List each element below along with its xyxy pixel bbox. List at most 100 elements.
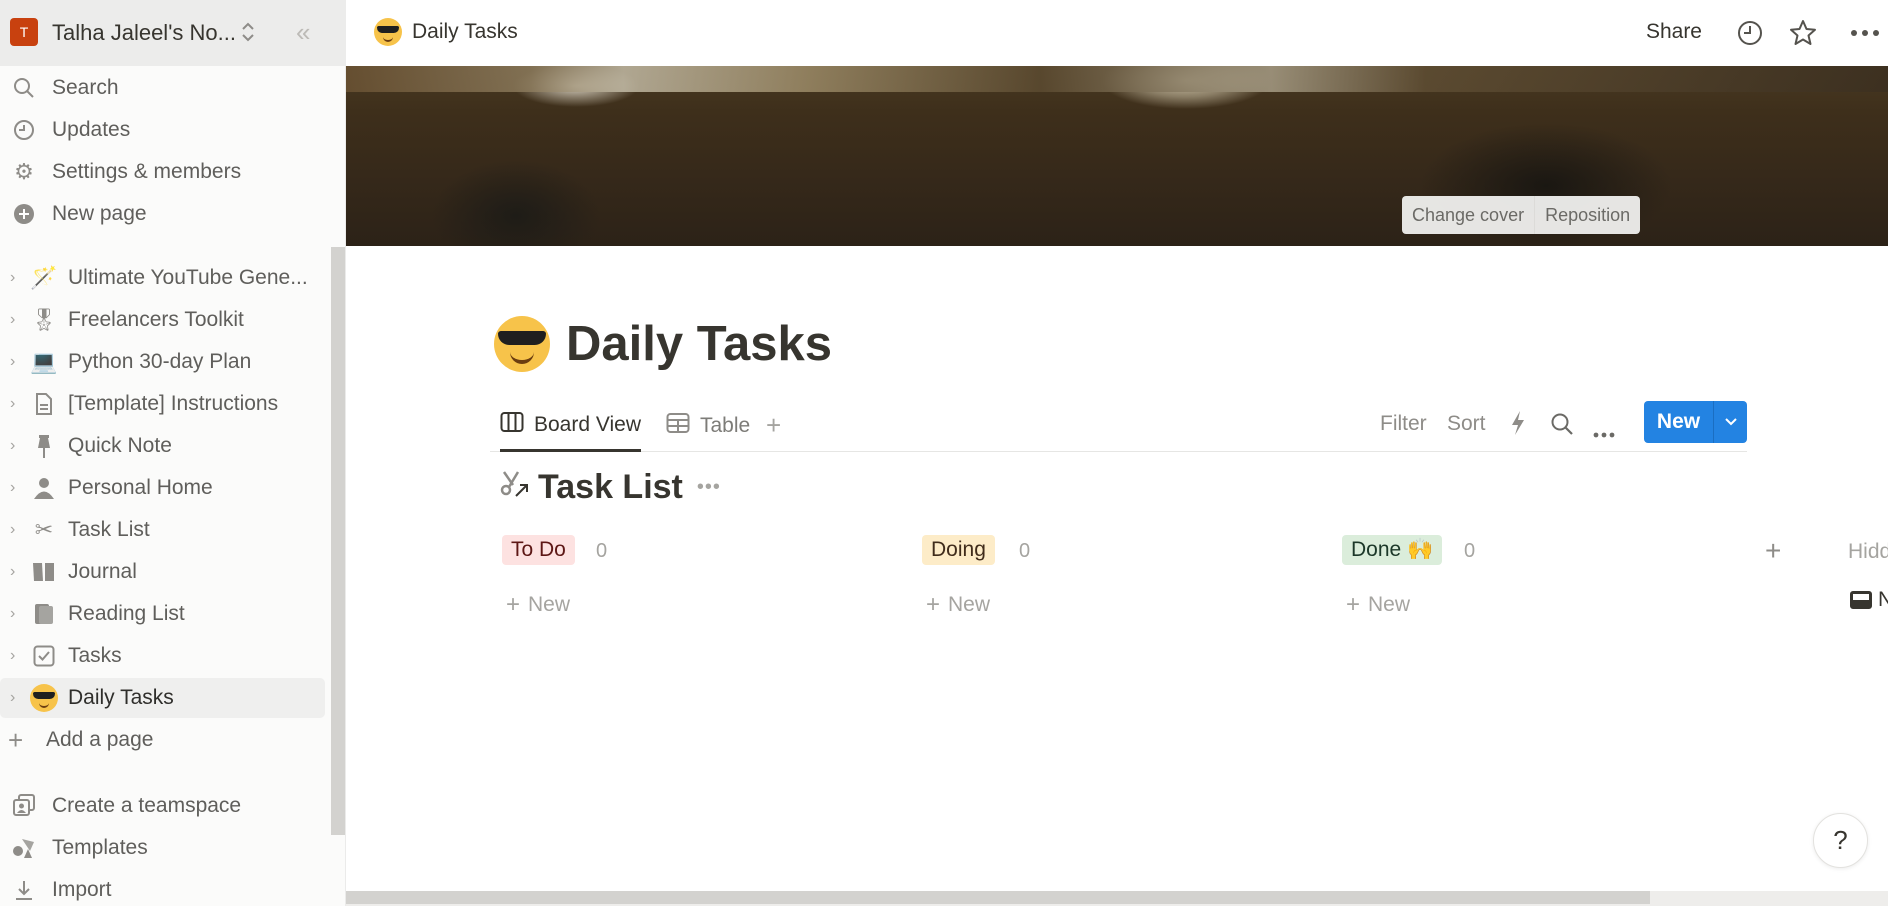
sort-button[interactable]: Sort [1447,412,1486,436]
sidebar-new-page[interactable]: New page [0,194,330,234]
change-cover-button[interactable]: Change cover [1402,196,1534,234]
sidebar-page-freelancers-toolkit[interactable]: › 🎖 Freelancers Toolkit [0,300,325,340]
new-button-label[interactable]: New [1644,401,1714,443]
page-label: Freelancers Toolkit [68,308,244,331]
templates-label: Templates [52,836,148,859]
chevron-right-icon[interactable]: › [10,647,15,665]
tab-board-view[interactable]: Board View [500,400,642,452]
medal-icon: 🎖 [30,307,58,332]
page-icon-cool-emoji[interactable] [494,316,550,372]
more-options-icon[interactable] [1850,18,1880,48]
chevron-right-icon[interactable]: › [10,311,15,329]
document-icon [30,390,58,418]
add-page-label: Add a page [46,728,154,751]
cover-image-detail [346,66,1888,92]
chevron-right-icon[interactable]: › [10,479,15,497]
add-page-button[interactable]: + Add a page [0,720,330,760]
chevron-down-icon[interactable] [1714,401,1747,443]
board-column-doing: Doing 0 + New [922,535,1322,618]
chevron-updown-icon[interactable] [238,18,258,46]
new-card-button[interactable]: + New [926,591,990,619]
chevron-right-icon[interactable]: › [10,269,15,287]
reposition-button[interactable]: Reposition [1534,196,1640,234]
add-view-button[interactable]: + [766,410,781,441]
chevron-right-icon[interactable]: › [10,521,15,539]
page-title-block: Daily Tasks [494,316,832,372]
sidebar-updates-label: Updates [52,118,131,141]
table-icon [666,412,690,440]
new-card-label: New [948,593,991,616]
board-icon [500,411,524,439]
import-icon [12,878,36,902]
history-clock-icon[interactable] [1735,18,1765,48]
status-tag-done[interactable]: Done 🙌 [1342,535,1443,565]
sidebar-page-reading-list[interactable]: › Reading List [0,594,325,634]
collapse-sidebar-icon[interactable]: « [296,17,311,48]
status-tag-todo[interactable]: To Do [502,535,575,565]
sidebar-page-quick-note[interactable]: › Quick Note [0,426,325,466]
new-record-button[interactable]: New [1644,401,1747,443]
hidden-groups-label: Hidden groups [1848,540,1888,563]
breadcrumb[interactable]: Daily Tasks [374,18,518,46]
sidebar-settings-label: Settings & members [52,160,242,183]
hidden-group-no-status[interactable]: No Status [1850,588,1888,612]
search-icon[interactable] [1550,412,1574,442]
laptop-icon: 💻 [30,349,58,374]
workspace-switcher[interactable]: T Talha Jaleel's No... « [0,0,346,66]
sidebar-page-template-instructions[interactable]: › [Template] Instructions [0,384,325,424]
search-icon [12,76,36,100]
chevron-right-icon[interactable]: › [10,605,15,623]
chevron-right-icon[interactable]: › [10,395,15,413]
sidebar-updates[interactable]: Updates [0,110,330,150]
sidebar-page-journal[interactable]: › Journal [0,552,325,592]
sidebar-page-ultimate-youtube[interactable]: › 🪄 Ultimate YouTube Gene... [0,258,325,298]
sidebar-page-tasks[interactable]: › Tasks [0,636,325,676]
database-title[interactable]: Task List [538,468,683,507]
teamspace-icon [12,794,36,818]
chevron-right-icon[interactable]: › [10,689,15,707]
sidebar: T Talha Jaleel's No... « Search Updates … [0,0,346,906]
sidebar-import[interactable]: Import [0,870,330,906]
page-label: Tasks [68,644,122,667]
sidebar-settings[interactable]: ⚙ Settings & members [0,152,330,192]
page-label: Ultimate YouTube Gene... [68,266,308,289]
scrollbar-thumb[interactable] [346,891,1650,904]
tab-table[interactable]: Table [666,400,750,451]
new-card-button[interactable]: + New [506,591,570,619]
page-title[interactable]: Daily Tasks [566,316,832,372]
status-tag-doing[interactable]: Doing [922,535,995,565]
database-more-icon[interactable]: ••• [697,476,721,499]
person-icon [30,474,58,502]
page-cover-image: Change cover Reposition [346,66,1888,246]
sidebar-page-python-plan[interactable]: › 💻 Python 30-day Plan [0,342,325,382]
checkbox-icon [30,642,58,670]
scissors-link-icon [500,469,530,506]
database-view-bar: Board View Table + Filter Sort New [490,400,1747,452]
chevron-right-icon[interactable]: › [10,353,15,371]
new-card-button[interactable]: + New [1346,591,1410,619]
share-button[interactable]: Share [1646,20,1702,44]
sidebar-page-daily-tasks[interactable]: › Daily Tasks [0,678,325,718]
sidebar-search[interactable]: Search [0,68,330,108]
sidebar-search-label: Search [52,76,119,99]
chevron-right-icon[interactable]: › [10,437,15,455]
help-button[interactable]: ? [1813,813,1868,868]
horizontal-scrollbar[interactable] [346,891,1888,906]
sidebar-scrollbar[interactable] [331,247,345,835]
book-icon [30,600,58,628]
chevron-right-icon[interactable]: › [10,563,15,581]
filter-button[interactable]: Filter [1380,412,1427,436]
more-options-icon[interactable] [1593,420,1615,444]
new-card-label: New [528,593,571,616]
sidebar-page-personal-home[interactable]: › Personal Home [0,468,325,508]
sidebar-create-teamspace[interactable]: Create a teamspace [0,786,330,826]
page-label: [Template] Instructions [68,392,279,415]
automation-lightning-icon[interactable] [1510,410,1526,442]
hidden-group-label: No Status [1878,588,1888,611]
plus-circle-icon [12,202,36,226]
sidebar-page-task-list[interactable]: › ✂ Task List [0,510,325,550]
cool-emoji-icon [30,684,58,712]
add-group-button[interactable]: + [1765,535,1781,567]
favorite-star-icon[interactable] [1788,18,1818,48]
sidebar-templates[interactable]: Templates [0,828,330,868]
